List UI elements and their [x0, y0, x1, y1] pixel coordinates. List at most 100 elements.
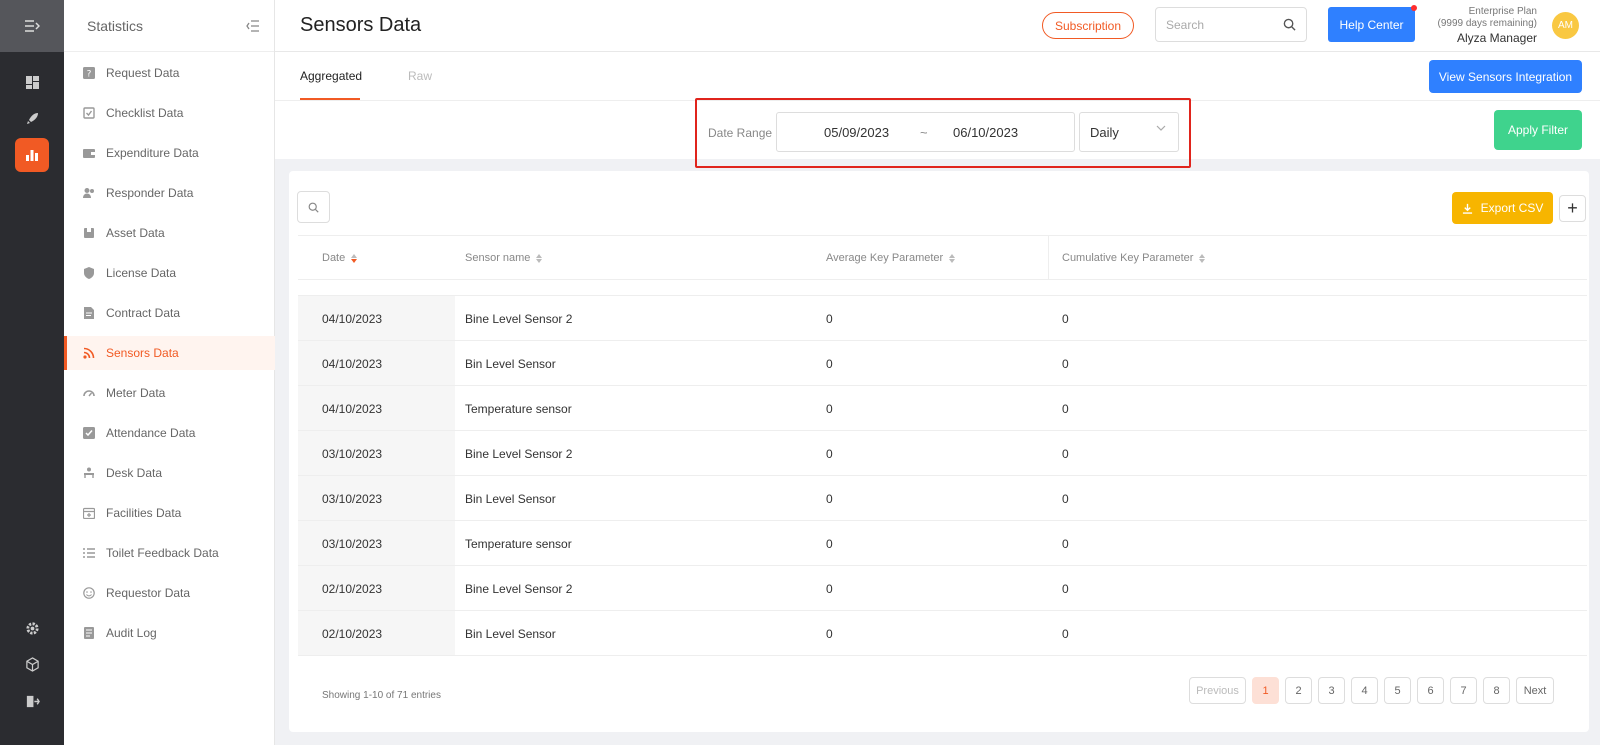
- table-row[interactable]: 04/10/2023 Temperature sensor 0 0: [298, 386, 1587, 431]
- page-button-2[interactable]: 2: [1285, 677, 1312, 704]
- tab-aggregated[interactable]: Aggregated: [300, 69, 362, 83]
- sidebar-item-label: Checklist Data: [106, 106, 184, 120]
- sidebar-item-label: License Data: [106, 266, 177, 280]
- rail-statistics-button[interactable]: [15, 138, 49, 172]
- collapse-sidebar-icon[interactable]: [246, 19, 260, 32]
- global-search[interactable]: [1155, 7, 1307, 42]
- calendar-icon: [83, 507, 95, 519]
- cell-date: 03/10/2023: [322, 537, 383, 551]
- filter-bar: Date Range 05/09/2023 ~ 06/10/2023 Daily…: [275, 98, 1600, 168]
- sidebar-item-contract-data[interactable]: Contract Data: [64, 296, 275, 330]
- cell-sensor-name: Bin Level Sensor: [465, 357, 556, 371]
- previous-page-button[interactable]: Previous: [1189, 677, 1246, 704]
- sidebar-item-checklist-data[interactable]: Checklist Data: [64, 96, 275, 130]
- column-header-cumulative-key-parameter[interactable]: Cumulative Key Parameter: [1062, 252, 1206, 264]
- user-name: Alyza Manager: [1456, 31, 1537, 45]
- page-button-1[interactable]: 1: [1252, 677, 1279, 704]
- table-row[interactable]: 03/10/2023 Bine Level Sensor 2 0 0: [298, 431, 1587, 476]
- add-column-button[interactable]: +: [1559, 195, 1586, 222]
- sidebar-item-audit-log[interactable]: Audit Log: [64, 616, 275, 650]
- cell-cumulative: 0: [1062, 492, 1069, 506]
- view-sensors-integration-button[interactable]: View Sensors Integration: [1429, 60, 1582, 93]
- menu-collapse-icon: [25, 20, 40, 32]
- rail-logout-button[interactable]: [15, 684, 49, 718]
- sidebar-item-label: Contract Data: [106, 306, 181, 320]
- date-separator: ~: [920, 125, 928, 140]
- rail-launch-button[interactable]: [15, 101, 49, 135]
- column-divider: [1048, 236, 1049, 280]
- sidebar-item-label: Desk Data: [106, 466, 163, 480]
- sidebar-item-toilet-feedback-data[interactable]: Toilet Feedback Data: [64, 536, 275, 570]
- table-row[interactable]: 03/10/2023 Temperature sensor 0 0: [298, 521, 1587, 566]
- rss-icon: [83, 347, 95, 359]
- cell-cumulative: 0: [1062, 582, 1069, 596]
- page-button-7[interactable]: 7: [1450, 677, 1477, 704]
- sidebar-item-facilities-data[interactable]: Facilities Data: [64, 496, 275, 530]
- search-icon[interactable]: [1283, 18, 1296, 31]
- bar-chart-icon: [26, 150, 38, 161]
- cell-sensor-name: Temperature sensor: [465, 537, 572, 551]
- column-header-average-key-parameter[interactable]: Average Key Parameter: [826, 252, 956, 264]
- menu-toggle-button[interactable]: [0, 0, 64, 52]
- page-button-5[interactable]: 5: [1384, 677, 1411, 704]
- tab-raw[interactable]: Raw: [408, 69, 432, 83]
- sidebar-item-label: Request Data: [106, 66, 180, 80]
- interval-select[interactable]: Daily: [1079, 112, 1179, 152]
- cell-date: 03/10/2023: [322, 447, 383, 461]
- icon-rail: [0, 0, 64, 745]
- sidebar-item-responder-data[interactable]: Responder Data: [64, 176, 275, 210]
- page-button-8[interactable]: 8: [1483, 677, 1510, 704]
- table-search-button[interactable]: [297, 191, 330, 223]
- table-row[interactable]: 04/10/2023 Bine Level Sensor 2 0 0: [298, 296, 1587, 341]
- sidebar-item-attendance-data[interactable]: Attendance Data: [64, 416, 275, 450]
- sidebar-item-requestor-data[interactable]: Requestor Data: [64, 576, 275, 610]
- subscription-button[interactable]: Subscription: [1042, 12, 1134, 39]
- cube-icon: [25, 656, 39, 672]
- next-page-button[interactable]: Next: [1516, 677, 1554, 704]
- sidebar-item-license-data[interactable]: License Data: [64, 256, 275, 290]
- sidebar-item-meter-data[interactable]: Meter Data: [64, 376, 275, 410]
- rail-settings-button[interactable]: [15, 611, 49, 645]
- rail-modules-button[interactable]: [15, 647, 49, 681]
- cell-sensor-name: Temperature sensor: [465, 402, 572, 416]
- export-csv-button[interactable]: Export CSV: [1452, 192, 1553, 224]
- sidebar-item-label: Requestor Data: [106, 586, 191, 600]
- sidebar-item-expenditure-data[interactable]: Expenditure Data: [64, 136, 275, 170]
- search-icon: [308, 202, 319, 213]
- sidebar-item-label: Expenditure Data: [106, 146, 199, 160]
- avatar[interactable]: AM: [1552, 12, 1579, 39]
- end-date[interactable]: 06/10/2023: [953, 125, 1018, 140]
- start-date[interactable]: 05/09/2023: [824, 125, 889, 140]
- svg-text:?: ?: [87, 70, 92, 80]
- help-center-label: Help Center: [1339, 17, 1404, 32]
- cell-sensor-name: Bine Level Sensor 2: [465, 312, 573, 326]
- date-range-picker[interactable]: 05/09/2023 ~ 06/10/2023: [776, 112, 1075, 152]
- column-header-date[interactable]: Date: [322, 252, 358, 264]
- table-row[interactable]: 02/10/2023 Bin Level Sensor 0 0: [298, 611, 1587, 656]
- statistics-sidebar: Statistics ? Request Data Checklist Data…: [64, 0, 275, 745]
- sidebar-item-asset-data[interactable]: Asset Data: [64, 216, 275, 250]
- help-center-button[interactable]: Help Center: [1328, 5, 1417, 42]
- column-header-sensor-name[interactable]: Sensor name: [465, 252, 543, 264]
- table-row[interactable]: 03/10/2023 Bin Level Sensor 0 0: [298, 476, 1587, 521]
- page-button-6[interactable]: 6: [1417, 677, 1444, 704]
- cell-average: 0: [826, 627, 833, 641]
- sidebar-item-desk-data[interactable]: Desk Data: [64, 456, 275, 490]
- sort-icon: [949, 253, 956, 263]
- cell-cumulative: 0: [1062, 537, 1069, 551]
- page-button-4[interactable]: 4: [1351, 677, 1378, 704]
- logout-icon: [26, 695, 40, 707]
- cell-cumulative: 0: [1062, 312, 1069, 326]
- sidebar-item-sensors-data[interactable]: Sensors Data: [64, 336, 275, 370]
- search-input[interactable]: [1166, 17, 1276, 32]
- apply-filter-button[interactable]: Apply Filter: [1494, 110, 1582, 150]
- entries-info: Showing 1-10 of 71 entries: [322, 690, 441, 701]
- table-row[interactable]: 02/10/2023 Bine Level Sensor 2 0 0: [298, 566, 1587, 611]
- table-row[interactable]: 04/10/2023 Bin Level Sensor 0 0: [298, 341, 1587, 386]
- desk-icon: [83, 467, 95, 479]
- sidebar-item-label: Responder Data: [106, 186, 194, 200]
- page-button-3[interactable]: 3: [1318, 677, 1345, 704]
- sidebar-item-request-data[interactable]: ? Request Data: [64, 56, 275, 90]
- chevron-down-icon: [1156, 125, 1166, 131]
- rail-dashboard-button[interactable]: [15, 65, 49, 99]
